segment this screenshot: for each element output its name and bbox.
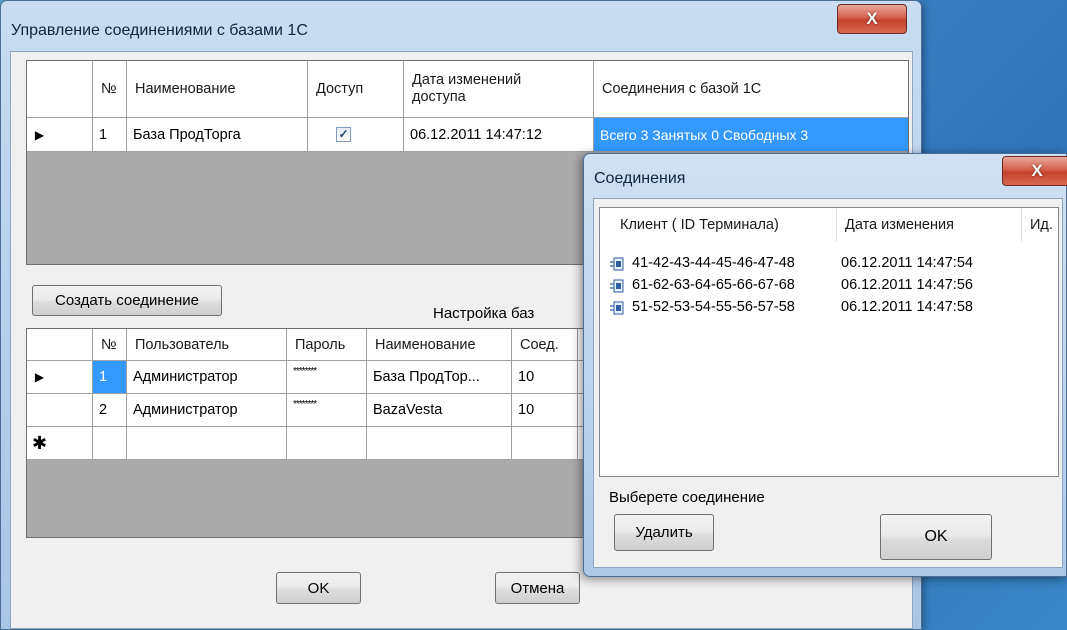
user-row-conn[interactable]: 10 — [512, 361, 578, 394]
col-header-connections[interactable]: Соединения с базой 1С — [594, 61, 908, 118]
row-selector[interactable] — [27, 394, 93, 427]
list-item[interactable]: 41-42-43-44-45-46-47-48 06.12.2011 14:47… — [600, 253, 1058, 275]
col-header-id[interactable]: Ид. — [1022, 208, 1062, 242]
create-connection-button[interactable]: Создать соединение — [32, 285, 222, 316]
grid-corner-cell — [27, 329, 93, 361]
connection-client-id: 51-52-53-54-55-56-57-58 — [632, 299, 795, 315]
new-row-cell[interactable] — [127, 427, 287, 460]
connections-dialog-title: Соединения — [594, 170, 686, 187]
user-row-user[interactable]: Администратор — [127, 394, 287, 427]
grid-corner-cell — [27, 61, 93, 118]
terminal-connection-icon — [610, 257, 624, 271]
current-row-arrow-icon: ▶ — [34, 127, 45, 142]
col-header-user[interactable]: Пользователь — [127, 329, 287, 361]
user-row-db-name[interactable]: BazaVesta — [367, 394, 512, 427]
col-header-access[interactable]: Доступ — [308, 61, 404, 118]
col-header-num[interactable]: № — [93, 329, 127, 361]
ok-button[interactable]: OK — [276, 572, 361, 604]
dialog-ok-button[interactable]: OK — [880, 514, 992, 560]
main-close-button[interactable]: X — [837, 4, 907, 34]
list-item[interactable]: 61-62-63-64-65-66-67-68 06.12.2011 14:47… — [600, 275, 1058, 297]
close-icon: X — [1031, 161, 1043, 180]
main-window-title: Управление соединениями с базами 1С — [11, 22, 308, 39]
terminal-connection-icon — [610, 301, 624, 315]
connections-client-area: Клиент ( ID Терминала) Дата изменения Ид… — [593, 198, 1063, 568]
connection-client-id: 61-62-63-64-65-66-67-68 — [632, 277, 795, 293]
select-connection-hint: Выберете соединение — [609, 489, 765, 506]
new-row-cell[interactable] — [367, 427, 512, 460]
connections-dialog: Соединения X Клиент ( ID Терминала) Дата… — [583, 153, 1067, 577]
close-icon: X — [866, 9, 878, 28]
col-header-password[interactable]: Пароль — [287, 329, 367, 361]
db-row-name[interactable]: База ПродТорга — [127, 118, 308, 152]
connection-client-id: 41-42-43-44-45-46-47-48 — [632, 255, 795, 271]
new-row-asterisk-icon: ✱ — [31, 432, 48, 453]
row-selector-current[interactable]: ▶ — [27, 118, 93, 152]
row-selector-current[interactable]: ▶ — [27, 361, 93, 394]
list-item[interactable]: 51-52-53-54-55-56-57-58 06.12.2011 14:47… — [600, 297, 1058, 319]
db-row-num[interactable]: 1 — [93, 118, 127, 152]
db-row-connections[interactable]: Всего 3 Занятых 0 Свободных 3 — [594, 118, 908, 152]
user-row-user[interactable]: Администратор — [127, 361, 287, 394]
col-header-conn[interactable]: Соед. — [512, 329, 578, 361]
new-row-selector[interactable]: ✱ — [27, 427, 93, 460]
connection-date: 06.12.2011 14:47:58 — [841, 299, 973, 315]
user-row-conn[interactable]: 10 — [512, 394, 578, 427]
new-row-cell[interactable] — [93, 427, 127, 460]
terminal-connection-icon — [610, 279, 624, 293]
new-row-cell[interactable] — [512, 427, 578, 460]
db-row-date[interactable]: 06.12.2011 14:47:12 — [404, 118, 594, 152]
col-header-access-date-label: Дата изменений доступа — [412, 72, 522, 105]
col-header-db-name[interactable]: Наименование — [367, 329, 512, 361]
connections-close-button[interactable]: X — [1002, 156, 1067, 186]
user-row-password[interactable]: ******** — [287, 361, 367, 394]
user-row-num[interactable]: 2 — [93, 394, 127, 427]
col-header-date[interactable]: Дата изменения — [837, 208, 1022, 242]
current-row-arrow-icon: ▶ — [34, 370, 45, 384]
connection-date: 06.12.2011 14:47:54 — [841, 255, 973, 271]
user-row-num[interactable]: 1 — [93, 361, 127, 394]
user-row-db-name[interactable]: База ПродТор... — [367, 361, 512, 394]
settings-label: Настройка баз — [433, 305, 535, 322]
new-row-cell[interactable] — [287, 427, 367, 460]
col-header-num[interactable]: № — [93, 61, 127, 118]
cancel-button[interactable]: Отмена — [495, 572, 580, 604]
col-header-client[interactable]: Клиент ( ID Терминала) — [612, 208, 837, 242]
db-row-access[interactable]: ✓ — [308, 118, 404, 152]
col-header-name[interactable]: Наименование — [127, 61, 308, 118]
access-checkbox[interactable]: ✓ — [336, 127, 351, 142]
connection-date: 06.12.2011 14:47:56 — [841, 277, 973, 293]
col-header-access-date[interactable]: Дата изменений доступа — [404, 61, 594, 118]
connections-list[interactable]: Клиент ( ID Терминала) Дата изменения Ид… — [599, 207, 1059, 477]
user-row-password[interactable]: ******** — [287, 394, 367, 427]
delete-button[interactable]: Удалить — [614, 514, 714, 551]
